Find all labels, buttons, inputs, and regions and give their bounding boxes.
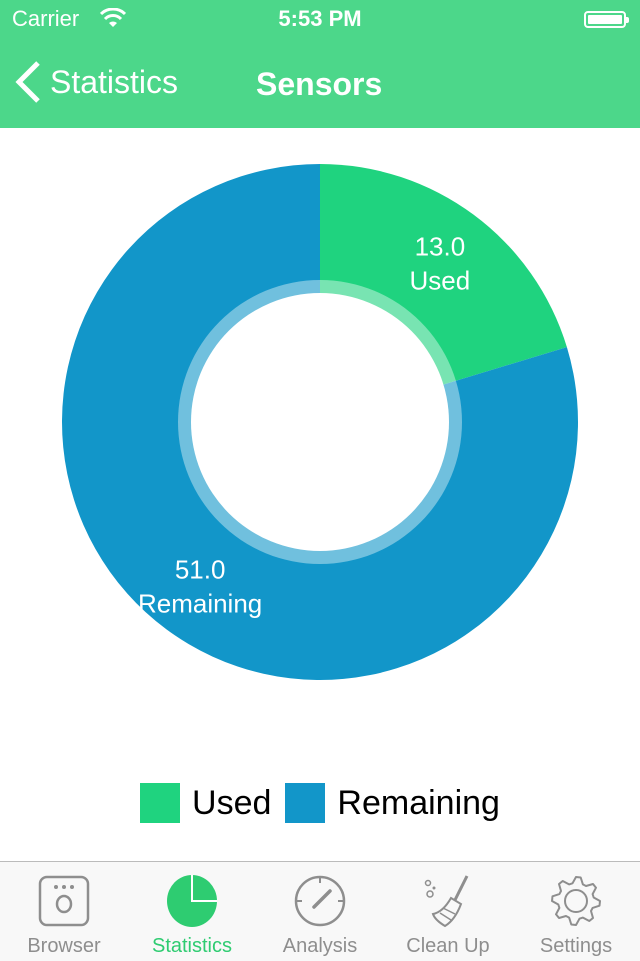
tab-clean-up[interactable]: Clean Up	[384, 862, 512, 961]
tab-settings[interactable]: Settings	[512, 862, 640, 961]
tab-statistics[interactable]: Statistics	[128, 862, 256, 961]
tab-label: Settings	[539, 935, 613, 957]
legend-item-used: Used	[140, 783, 271, 823]
back-button[interactable]: Statistics	[14, 60, 178, 104]
data-label-value: 13.0	[415, 231, 466, 261]
clock: 5:53 PM	[278, 6, 362, 31]
data-label-value: 51.0	[175, 555, 226, 585]
data-label-name: Remaining	[138, 589, 262, 619]
gauge-icon	[294, 875, 346, 927]
pie-chart-icon	[167, 875, 217, 927]
data-label-name: Used	[410, 265, 471, 295]
back-label: Statistics	[50, 63, 179, 100]
legend-label: Used	[192, 783, 272, 822]
tab-browser[interactable]: Browser	[0, 862, 128, 961]
chart-legend: Used Remaining	[0, 783, 640, 823]
tab-analysis[interactable]: Analysis	[256, 862, 384, 961]
tab-label: Browser	[27, 935, 101, 957]
legend-swatch-remaining	[285, 783, 326, 823]
legend-item-remaining: Remaining	[285, 783, 500, 823]
tab-label: Analysis	[282, 935, 358, 957]
gear-icon	[551, 876, 601, 926]
legend-label: Remaining	[337, 783, 500, 822]
page-title: Sensors	[256, 66, 383, 102]
tab-label: Statistics	[151, 935, 233, 957]
browser-icon	[38, 875, 90, 927]
tab-label: Clean Up	[406, 935, 490, 957]
donut-hole	[191, 293, 449, 551]
navigation-header: Carrier 5:53 PM Statistics Sensors	[0, 0, 640, 128]
chevron-left-icon	[15, 61, 40, 103]
legend-swatch-used	[140, 783, 181, 823]
tab-bar: Browser Statistics Analysis Clean Up Set…	[0, 861, 640, 961]
donut-chart: 13.0 Used 51.0 Remaining	[62, 164, 579, 680]
broom-icon	[424, 875, 469, 928]
battery-icon	[584, 11, 629, 28]
